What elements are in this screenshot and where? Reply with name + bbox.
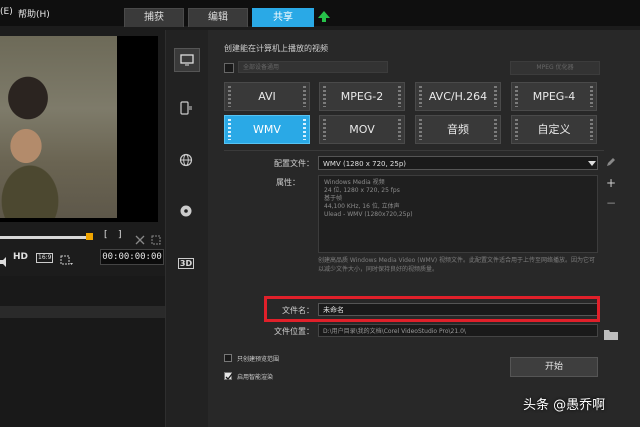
disc-icon: [179, 203, 193, 222]
format-mov-button[interactable]: MOV: [319, 115, 405, 144]
sidebar-item-disc[interactable]: [174, 201, 198, 223]
smart-render-checkbox[interactable]: [224, 372, 233, 380]
3d-icon: 3D: [177, 257, 195, 269]
format-label: 音频: [447, 123, 469, 136]
properties-box: Windows Media 视频 24 位, 1280 x 720, 25 fp…: [318, 175, 598, 253]
scrub-handle[interactable]: [86, 233, 93, 240]
scrub-bar[interactable]: [0, 236, 92, 239]
sidebar-item-web[interactable]: [174, 150, 198, 172]
mpeg-optimizer-button: MPEG 优化器: [510, 61, 600, 75]
device-icon: [179, 100, 193, 119]
panel-title: 创建能在计算机上播放的视频: [224, 44, 328, 53]
property-line: 24 位, 1280 x 720, 25 fps: [324, 187, 400, 194]
property-line: Windows Media 视频: [324, 179, 385, 186]
filepath-label: 文件位置：: [274, 327, 314, 336]
property-line: 基于帧: [324, 195, 343, 202]
format-label: MOV: [349, 123, 375, 136]
format-wmv-button[interactable]: WMV: [224, 115, 310, 144]
format-avc-button[interactable]: AVC/H.264: [415, 82, 501, 111]
crop-dropdown-icon[interactable]: [60, 252, 74, 271]
preview-range-checkbox[interactable]: [224, 354, 232, 362]
folder-icon[interactable]: [604, 325, 618, 340]
preview-range-label: 只创建预览范围: [237, 356, 280, 363]
resize-icon[interactable]: [150, 231, 162, 250]
tab-edit[interactable]: 编辑: [188, 8, 248, 27]
format-mpeg4-button[interactable]: MPEG-4: [511, 82, 597, 111]
property-line: 44,100 KHz, 16 位, 立体声: [324, 203, 400, 210]
volume-icon[interactable]: [0, 252, 10, 271]
properties-label: 属性：: [276, 178, 300, 187]
profile-dropdown[interactable]: WMV (1280 x 720, 25p): [318, 156, 598, 170]
start-button[interactable]: 开始: [510, 357, 598, 377]
filepath-input[interactable]: D:\用户目录\我的文档\Corel VideoStudio Pro\21.0\: [318, 324, 598, 337]
add-icon[interactable]: +: [604, 176, 618, 190]
smart-render-label: 启用智能渲染: [237, 374, 274, 381]
timeline-track: [0, 306, 165, 318]
profile-tools: + −: [604, 156, 620, 216]
monitor-icon: [180, 51, 194, 70]
sidebar-item-device[interactable]: [174, 98, 198, 120]
format-label: AVI: [258, 90, 276, 103]
property-line: Ulead - WMV (1280x720,25p): [324, 211, 413, 218]
hd-toggle[interactable]: HD: [13, 252, 28, 262]
format-custom-button[interactable]: 自定义: [511, 115, 597, 144]
remove-icon[interactable]: −: [604, 196, 618, 210]
menu-edit[interactable]: (E): [0, 7, 13, 17]
format-mpeg2-button[interactable]: MPEG-2: [319, 82, 405, 111]
timeline-area: [0, 276, 165, 427]
format-avi-button[interactable]: AVI: [224, 82, 310, 111]
aspect-ratio-button[interactable]: 16:9: [36, 253, 54, 263]
profile-description: 创建高品质 Windows Media Video (WMV) 视频文件。此配置…: [318, 257, 596, 273]
filename-highlight-box: [264, 296, 600, 322]
edit-icon[interactable]: [604, 156, 618, 170]
format-label: AVC/H.264: [428, 90, 488, 103]
globe-icon: [179, 152, 193, 171]
divider: [224, 150, 604, 151]
upload-icon-stem: [322, 17, 326, 22]
device-filter-checkbox[interactable]: [224, 63, 234, 73]
format-label: MPEG-2: [340, 90, 384, 103]
format-audio-button[interactable]: 音频: [415, 115, 501, 144]
format-label: 自定义: [537, 123, 571, 136]
chevron-down-icon: [588, 161, 596, 166]
format-label: WMV: [253, 123, 281, 136]
profile-label: 配置文件：: [274, 159, 314, 168]
tab-share[interactable]: 共享: [252, 8, 314, 27]
mark-in-button[interactable]: [: [104, 230, 108, 240]
share-sidebar: [165, 30, 209, 427]
video-frame: [0, 36, 117, 218]
watermark: 头条 @愚乔啊: [523, 398, 606, 413]
format-label: MPEG-4: [532, 90, 576, 103]
mark-out-button[interactable]: ]: [118, 230, 122, 240]
sidebar-item-3d[interactable]: 3D: [174, 252, 198, 274]
split-clip-icon[interactable]: [134, 231, 146, 250]
timecode-display[interactable]: 00:00:00:00: [100, 249, 164, 265]
sidebar-item-computer[interactable]: [174, 48, 200, 72]
device-dropdown: 全部设备通用: [238, 61, 388, 73]
menu-help[interactable]: 帮助(H): [18, 7, 50, 20]
tab-capture[interactable]: 捕获: [124, 8, 184, 27]
